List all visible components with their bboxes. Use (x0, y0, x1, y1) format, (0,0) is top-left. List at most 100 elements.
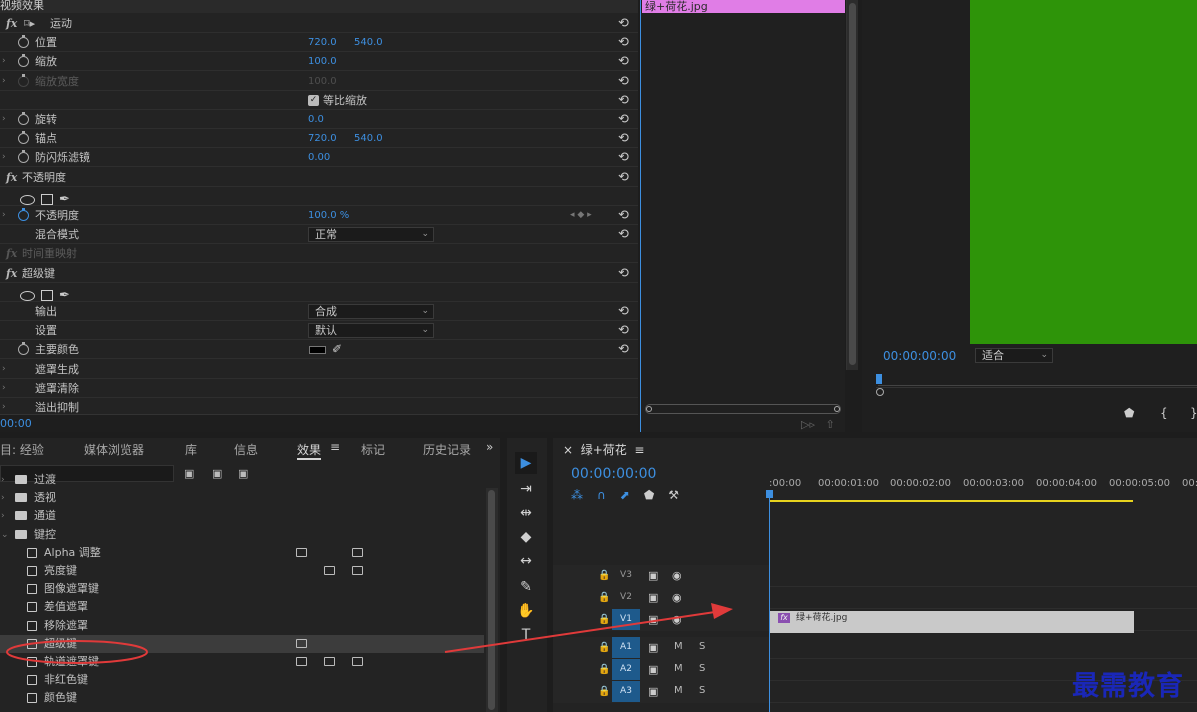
mute-button[interactable]: M (674, 641, 683, 652)
scroll-handle-right[interactable] (834, 406, 840, 412)
effect-row[interactable]: 混合模式 正常 ⌄ ⟲ (0, 225, 638, 245)
lock-icon[interactable]: 🔒 (598, 642, 610, 653)
ec-vertical-scrollbar[interactable] (846, 0, 858, 370)
lock-icon[interactable]: 🔒 (598, 592, 610, 603)
rectangle-mask-icon[interactable] (41, 194, 53, 206)
ec-tail-icons[interactable]: ▷▹ ⇧ (801, 418, 835, 431)
track-name[interactable]: V3 (612, 565, 640, 586)
timeline-timecode[interactable]: 00:00:00:00 (571, 466, 656, 482)
effect-item[interactable]: 颜色键 (0, 689, 484, 707)
chevron-right-icon[interactable]: › (2, 72, 6, 91)
effect-row[interactable]: › 遮罩清除 (0, 379, 638, 398)
sequence-tab[interactable]: × 绿+荷花 ≡ (563, 441, 644, 458)
selection-tool-icon[interactable]: ▶ (515, 452, 537, 474)
effect-row[interactable]: 输出 合成 ⌄ ⟲ (0, 302, 638, 321)
param-value-2[interactable]: 540.0 (354, 129, 383, 148)
fx-icon[interactable]: fx (6, 14, 17, 33)
toggle-sync-icon[interactable]: ▣ (648, 569, 658, 582)
ripple-edit-tool-icon[interactable]: ⇹ (515, 502, 537, 524)
ellipse-mask-icon[interactable] (20, 290, 35, 301)
stopwatch-icon[interactable] (18, 208, 29, 221)
sync-lock-icon[interactable]: ▣ (648, 685, 658, 698)
effect-item[interactable]: 移除遮罩 (0, 617, 484, 635)
lock-icon[interactable]: 🔒 (598, 614, 610, 625)
work-area-bar[interactable] (769, 500, 1133, 502)
effect-item[interactable]: 差值遮罩 (0, 598, 484, 616)
sync-lock-icon[interactable]: ▣ (648, 663, 658, 676)
stopwatch-icon[interactable] (18, 131, 29, 145)
linked-selection-icon[interactable]: ⬈ (620, 488, 630, 502)
track-name[interactable]: A3 (612, 681, 640, 702)
effect-row[interactable]: 设置 默认 ⌄ ⟲ (0, 321, 638, 341)
eye-icon[interactable]: ◉ (672, 569, 682, 582)
effect-row[interactable]: 主要颜色 ✐ ⟲ (0, 340, 638, 360)
nest-icon[interactable]: ⁂ (571, 488, 583, 502)
param-value-1[interactable]: 100.0 (308, 72, 337, 91)
reset-icon[interactable]: ⟲ (618, 91, 629, 110)
chevron-right-icon[interactable]: › (1, 471, 5, 489)
effect-row[interactable]: ✒ (0, 187, 638, 207)
panel-tab[interactable]: 目: 经验 (0, 441, 44, 458)
toggle-sync-icon[interactable]: ▣ (648, 613, 658, 626)
panel-tab[interactable]: 历史记录 (423, 441, 471, 458)
effect-item[interactable]: 非红色键 (0, 671, 484, 689)
param-value-1[interactable]: 720.0 (308, 129, 337, 148)
reset-icon[interactable]: ⟲ (618, 72, 629, 91)
effect-row[interactable]: › 缩放宽度 100.0 ⟲ (0, 72, 638, 91)
param-dropdown[interactable]: 合成 ⌄ (308, 304, 434, 319)
chevron-right-icon[interactable]: › (2, 110, 6, 129)
reset-icon[interactable]: ⟲ (618, 14, 629, 33)
effect-row[interactable]: 锚点 720.0 540.0 ⟲ (0, 129, 638, 149)
fx-icon[interactable]: fx (6, 244, 17, 263)
key-color-swatch[interactable] (309, 346, 326, 355)
param-value-1[interactable]: 100.0 % (308, 206, 349, 225)
effect-item[interactable]: 图像遮罩键 (0, 580, 484, 598)
solo-button[interactable]: S (699, 641, 705, 652)
effect-row[interactable]: › 遮罩生成 (0, 360, 638, 379)
chevron-right-icon[interactable]: › (2, 379, 6, 398)
mute-button[interactable]: M (674, 663, 683, 674)
param-value-2[interactable]: 540.0 (354, 33, 383, 52)
track-name[interactable]: A1 (612, 637, 640, 658)
lock-icon[interactable]: 🔒 (598, 664, 610, 675)
eye-icon[interactable]: ◉ (672, 613, 682, 626)
reset-icon[interactable]: ⟲ (618, 33, 629, 52)
reset-icon[interactable]: ⟲ (618, 52, 629, 71)
chevron-right-icon[interactable]: › (2, 360, 6, 379)
menu-icon[interactable]: ≡ (330, 440, 340, 454)
settings-wrench-icon[interactable]: ⚒ (668, 488, 679, 502)
solo-button[interactable]: S (699, 685, 705, 696)
razor-tool-icon[interactable]: ◆ (515, 526, 537, 548)
reset-icon[interactable]: ⟲ (618, 206, 629, 225)
reset-icon[interactable]: ⟲ (618, 168, 629, 187)
reset-icon[interactable]: ⟲ (618, 129, 629, 148)
reset-icon[interactable]: ⟲ (618, 110, 629, 129)
reset-icon[interactable]: ⟲ (618, 264, 629, 283)
track-name[interactable]: V2 (612, 587, 640, 608)
uniform-scale-checkbox[interactable]: ✓ (308, 94, 319, 106)
monitor-timecode[interactable]: 00:00:00:00 (883, 349, 956, 363)
effects-vertical-scrollbar[interactable] (486, 488, 498, 712)
param-dropdown[interactable]: 默认 ⌄ (308, 323, 434, 339)
overflow-icon[interactable]: » (486, 440, 493, 454)
chevron-right-icon[interactable]: › (1, 489, 5, 507)
stopwatch-icon[interactable] (18, 73, 29, 87)
track-name[interactable]: A2 (612, 659, 640, 680)
reset-icon[interactable]: ⟲ (618, 148, 629, 167)
track-name[interactable]: V1 (612, 609, 640, 630)
fx-icon[interactable]: fx (6, 264, 17, 283)
reset-icon[interactable]: ⟲ (618, 225, 629, 244)
ellipse-mask-icon[interactable] (20, 194, 35, 205)
stopwatch-icon[interactable] (18, 35, 29, 49)
slip-tool-icon[interactable]: ↔ (515, 550, 537, 572)
param-value-1[interactable]: 0.0 (308, 110, 324, 129)
panel-tab[interactable]: 信息 (234, 441, 258, 458)
panel-tab[interactable]: 库 (185, 441, 197, 458)
timeline-track[interactable]: 🔒 V2 ▣ ◉ (553, 587, 1197, 609)
mute-button[interactable]: M (674, 685, 683, 696)
chevron-down-icon[interactable]: ⌄ (1, 526, 9, 544)
snap-icon[interactable]: ∩ (597, 488, 606, 502)
marker-icon[interactable]: ⬟ (1124, 406, 1134, 420)
horizontal-scrollbar[interactable] (645, 404, 841, 414)
param-value-1[interactable]: 720.0 (308, 33, 337, 52)
